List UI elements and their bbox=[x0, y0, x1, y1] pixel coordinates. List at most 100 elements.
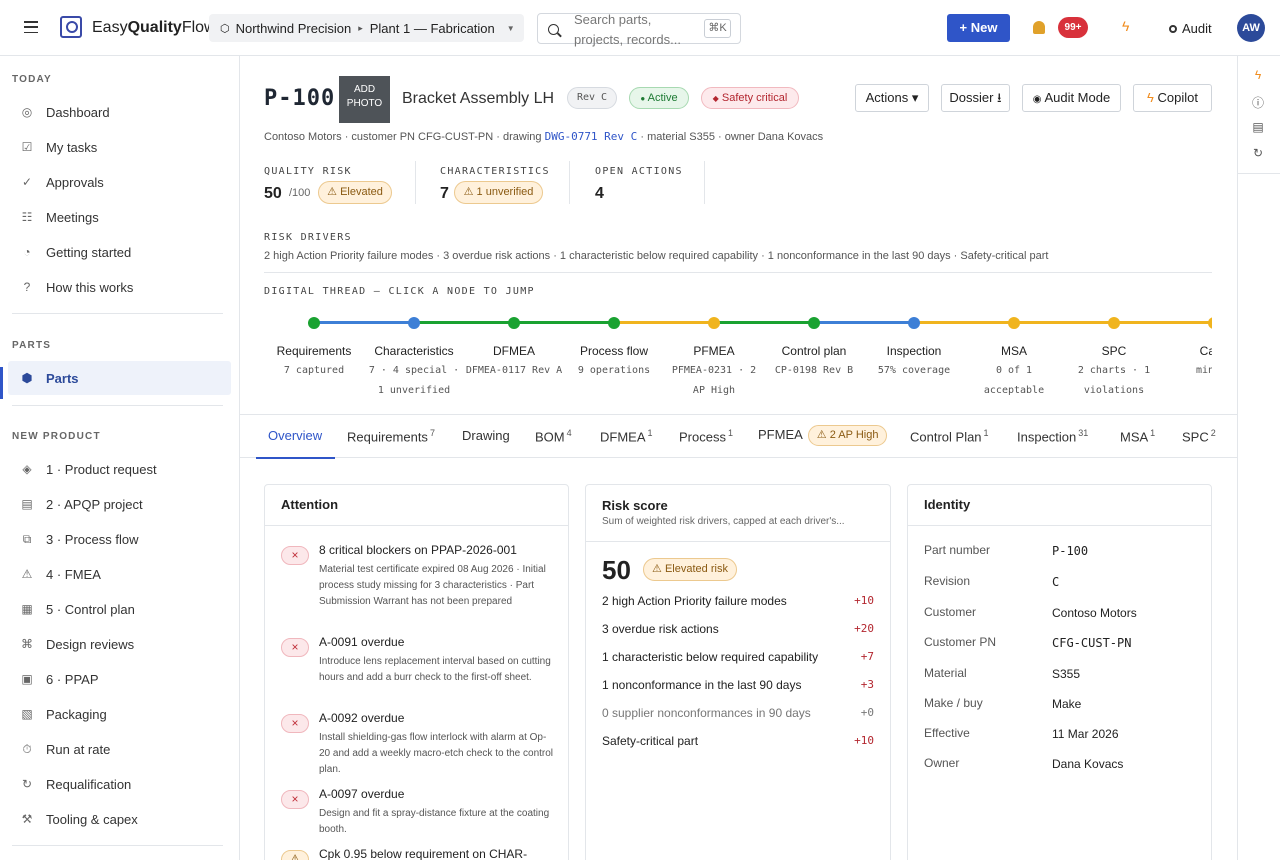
search-box[interactable]: Search parts, projects, records... ⌘K bbox=[537, 12, 741, 47]
thread-node[interactable] bbox=[1108, 317, 1120, 329]
thread-connector bbox=[714, 321, 814, 324]
thread-node-detail: 57% coverage bbox=[877, 365, 951, 376]
attention-desc: Introduce lens replacement interval base… bbox=[319, 656, 551, 683]
nav-my-tasks[interactable]: ☑ My tasks bbox=[8, 131, 231, 163]
nav-parts[interactable]: ⬢ Parts bbox=[8, 361, 231, 395]
nav-approvals[interactable]: ✓ Approvals bbox=[8, 166, 231, 198]
thread-node-label[interactable]: Characteristics bbox=[364, 344, 464, 358]
thread-node[interactable] bbox=[808, 317, 820, 329]
nav-control-plan[interactable]: ▦ 5 · Control plan bbox=[8, 593, 231, 625]
menu-icon[interactable] bbox=[24, 21, 38, 33]
tab-dfmea[interactable]: DFMEA 1 bbox=[600, 428, 653, 444]
divider bbox=[12, 845, 223, 846]
nav-run-at-rate[interactable]: ⏱ Run at rate bbox=[8, 733, 231, 765]
thread-node[interactable] bbox=[308, 317, 320, 329]
tab-drawing[interactable]: Drawing bbox=[462, 428, 510, 443]
thread-connector bbox=[814, 321, 914, 324]
thread-node-label[interactable]: PFMEA bbox=[664, 344, 764, 358]
nav-tooling-capex[interactable]: ⚒ Tooling & capex bbox=[8, 803, 231, 835]
thread-node-label[interactable]: MSA bbox=[964, 344, 1064, 358]
brand-name[interactable]: EasyQualityFlow bbox=[92, 19, 216, 37]
thread-node-label[interactable]: DFMEA bbox=[464, 344, 564, 358]
thread-node[interactable] bbox=[508, 317, 520, 329]
tab-spc[interactable]: SPC 2 bbox=[1182, 428, 1216, 444]
tab-inspection[interactable]: Inspection 31 bbox=[1017, 428, 1088, 444]
nav-packaging[interactable]: ▧ Packaging bbox=[8, 698, 231, 730]
risk-driver-row: 3 overdue risk actions +20 bbox=[602, 622, 874, 636]
nav-design-reviews[interactable]: ⌘ Design reviews bbox=[8, 628, 231, 660]
error-icon: × bbox=[281, 546, 309, 565]
nav-product-request[interactable]: ◈ 1 · Product request bbox=[8, 453, 231, 485]
notification-count[interactable]: 99+ bbox=[1058, 17, 1088, 38]
nav-how-this-works[interactable]: ? How this works bbox=[8, 271, 231, 303]
thread-node-label[interactable]: Process flow bbox=[564, 344, 664, 358]
nav-dashboard[interactable]: ◎ Dashboard bbox=[8, 96, 231, 128]
thread-node-label[interactable]: Inspection bbox=[864, 344, 964, 358]
thread-node[interactable] bbox=[1208, 317, 1212, 329]
refresh-icon: ↻ bbox=[21, 777, 33, 791]
bolt-icon[interactable]: ϟ bbox=[1122, 18, 1129, 34]
avatar[interactable]: AW bbox=[1237, 14, 1265, 42]
nav-fmea[interactable]: ⚠ 4 · FMEA bbox=[8, 558, 231, 590]
warning-icon: ⚠ bbox=[281, 850, 309, 860]
identity-key: Owner bbox=[924, 756, 960, 770]
thread-node-label[interactable]: Control plan bbox=[764, 344, 864, 358]
document-icon[interactable]: ▤ bbox=[1250, 120, 1266, 136]
identity-value: Contoso Motors bbox=[1052, 606, 1137, 620]
logo-icon[interactable] bbox=[60, 16, 82, 38]
identity-value: C bbox=[1052, 575, 1060, 589]
nav-meetings[interactable]: ☷ Meetings bbox=[8, 201, 231, 233]
identity-value: P-100 bbox=[1052, 544, 1089, 558]
workspace-switcher[interactable]: ⬡ Northwind Precision ▸ Plant 1 — Fabric… bbox=[209, 14, 524, 42]
thread-node-label[interactable]: Requirements bbox=[264, 344, 364, 358]
progress-icon: ◔ bbox=[23, 245, 31, 259]
audit-button[interactable]: Audit bbox=[1169, 21, 1212, 36]
nav-requalification[interactable]: ↻ Requalification bbox=[8, 768, 231, 800]
tab-requirements[interactable]: Requirements 7 bbox=[347, 428, 435, 444]
pfmea-badge: ⚠ 2 AP High bbox=[807, 425, 888, 446]
org-name: Northwind Precision bbox=[235, 20, 352, 36]
chevron-down-icon: ▼ bbox=[506, 23, 515, 33]
digital-thread: Requirements 7 captured Characteristics 7 ·… bbox=[240, 56, 1212, 414]
check-icon: ✓ bbox=[21, 175, 33, 189]
thread-node[interactable] bbox=[908, 317, 920, 329]
attention-title: A-0092 overdue bbox=[319, 711, 405, 725]
document-icon: ▤ bbox=[21, 497, 33, 511]
warning-icon: ⚠ bbox=[652, 563, 662, 575]
help-icon: ? bbox=[23, 280, 31, 294]
package-icon: ▧ bbox=[21, 707, 33, 721]
error-icon: × bbox=[281, 638, 309, 657]
divider bbox=[12, 313, 223, 314]
thread-node-detail: CP-0198 Rev B bbox=[774, 365, 854, 376]
tab-control-plan[interactable]: Control Plan 1 bbox=[910, 428, 989, 444]
thread-node[interactable] bbox=[1008, 317, 1020, 329]
identity-key: Customer bbox=[924, 605, 977, 619]
bolt-icon[interactable]: ϟ bbox=[1250, 68, 1266, 84]
main-content: P-100 ADD PHOTO Bracket Assembly LH Rev … bbox=[240, 56, 1237, 860]
stopwatch-icon: ⏱ bbox=[22, 741, 32, 756]
thread-node[interactable] bbox=[408, 317, 420, 329]
info-icon[interactable]: ⓘ bbox=[1250, 94, 1266, 110]
nav-process-flow[interactable]: ⧉ 3 · Process flow bbox=[8, 523, 231, 555]
tab-bom[interactable]: BOM 4 bbox=[535, 428, 572, 444]
tab-process[interactable]: Process 1 bbox=[679, 428, 733, 444]
identity-key: Effective bbox=[924, 726, 970, 740]
divider bbox=[586, 541, 890, 542]
thread-node[interactable] bbox=[608, 317, 620, 329]
thread-node-label[interactable]: SPC bbox=[1064, 344, 1164, 358]
nav-getting-started[interactable]: ◔ Getting started bbox=[8, 236, 231, 268]
thread-node[interactable] bbox=[708, 317, 720, 329]
tab-msa[interactable]: MSA 1 bbox=[1120, 428, 1155, 444]
tab-pfmea[interactable]: PFMEA ⚠ 2 AP High bbox=[758, 425, 888, 446]
section-new-product: NEW PRODUCT bbox=[12, 431, 101, 442]
risk-level-badge: ⚠ Elevated risk bbox=[643, 558, 737, 581]
tab-overview[interactable]: Overview bbox=[268, 428, 322, 443]
nav-ppap[interactable]: ▣ 6 · PPAP bbox=[8, 663, 231, 695]
history-icon[interactable]: ↻ bbox=[1250, 146, 1266, 162]
bell-icon[interactable] bbox=[1033, 21, 1045, 34]
thread-node-label[interactable]: Capa bbox=[1164, 344, 1212, 358]
new-button[interactable]: + New bbox=[947, 14, 1010, 42]
search-placeholder: Search parts, projects, records... bbox=[574, 12, 681, 47]
nav-apqp-project[interactable]: ▤ 2 · APQP project bbox=[8, 488, 231, 520]
thread-connector bbox=[414, 321, 514, 324]
